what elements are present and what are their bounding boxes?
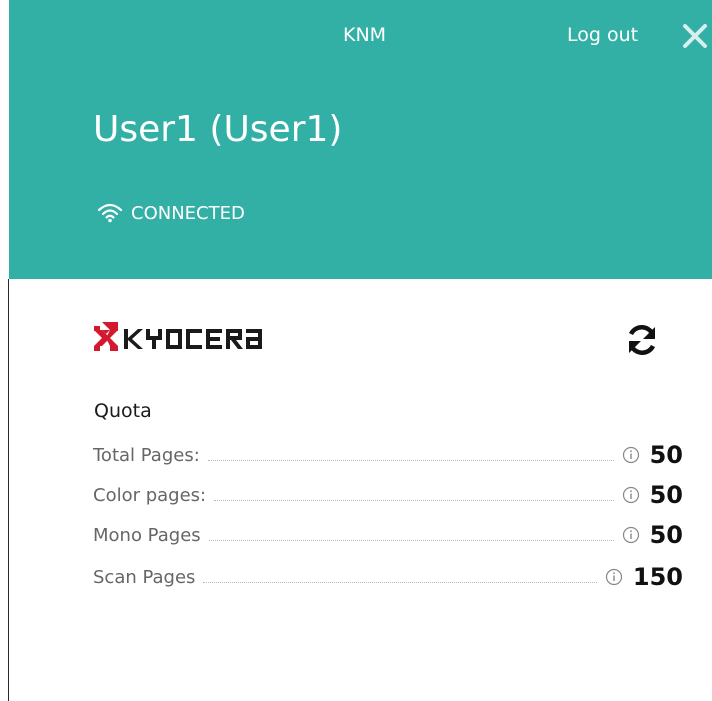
quota-label: Mono Pages [93, 524, 201, 546]
connection-status: CONNECTED [97, 200, 245, 226]
quota-label: Color pages: [93, 484, 207, 506]
info-icon[interactable] [622, 446, 640, 464]
quota-label: Total Pages: [93, 444, 200, 466]
info-icon[interactable] [622, 486, 640, 504]
status-text: CONNECTED [131, 202, 245, 224]
quota-value: 50 [649, 481, 683, 509]
app-window: KNM Log out User1 (User1) CONNECTED Quot… [0, 0, 712, 701]
app-name: KNM [343, 24, 387, 46]
info-icon[interactable] [622, 526, 640, 544]
panel-border [8, 279, 9, 701]
quota-heading: Quota [94, 400, 152, 422]
user-name-title: User1 (User1) [93, 109, 343, 150]
quota-row-scan: Scan Pages 150 [93, 562, 683, 592]
refresh-icon [628, 325, 656, 355]
quota-label: Scan Pages [93, 566, 196, 588]
leader-dots [214, 499, 614, 501]
leader-dots [208, 539, 614, 541]
kyocera-logo [92, 320, 292, 360]
quota-value: 150 [632, 563, 683, 591]
quota-value: 50 [649, 441, 683, 469]
leader-dots [203, 581, 597, 583]
info-icon[interactable] [605, 568, 623, 586]
quota-value: 50 [649, 521, 683, 549]
quota-row-total: Total Pages: 50 [93, 440, 683, 470]
wifi-icon [97, 203, 123, 223]
close-button[interactable] [678, 18, 712, 52]
logout-link[interactable]: Log out [567, 22, 638, 48]
leader-dots [207, 459, 614, 461]
close-icon [683, 24, 707, 48]
quota-row-mono: Mono Pages 50 [93, 520, 683, 550]
quota-row-color: Color pages: 50 [93, 480, 683, 510]
refresh-button[interactable] [622, 320, 662, 360]
header-panel: KNM Log out User1 (User1) CONNECTED [9, 0, 712, 279]
